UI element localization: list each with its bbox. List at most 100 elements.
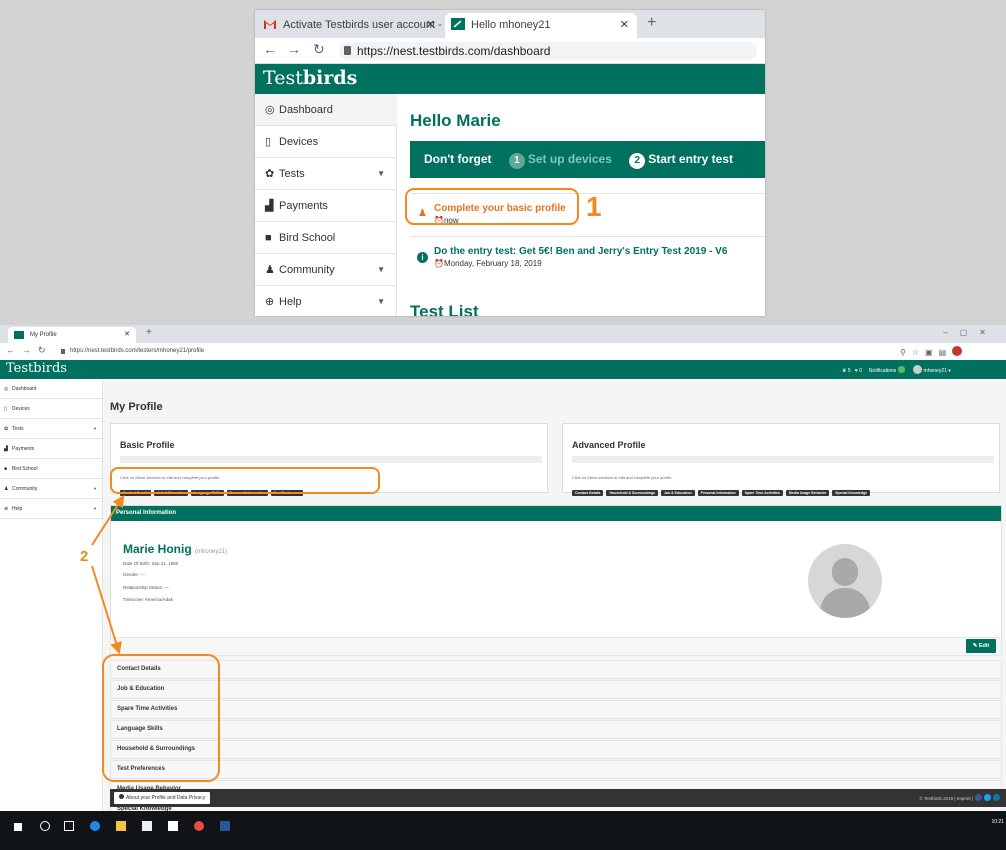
section-button[interactable]: Special Knowledge: [832, 490, 871, 496]
back-arrow-icon[interactable]: ←: [263, 41, 277, 57]
close-tab-icon[interactable]: ✕: [124, 327, 130, 343]
forward-arrow-icon[interactable]: →: [22, 345, 31, 355]
basic-profile-title: Basic Profile: [120, 440, 175, 450]
sidebar-item-dashboard[interactable]: ◎ Dashboard: [255, 94, 397, 126]
browser-tab-gmail[interactable]: Activate Testbirds user account - ✕: [263, 13, 445, 38]
edge-icon[interactable]: [90, 821, 100, 831]
section-household[interactable]: Household & Surroundings: [110, 740, 1002, 759]
testbirds-logo[interactable]: Testbirds: [263, 67, 357, 89]
testbirds-favicon: [14, 331, 24, 339]
sidebar-item-tests[interactable]: ✿ Tests ▼: [255, 158, 397, 190]
window-controls[interactable]: –▢✕: [943, 328, 998, 337]
setup-devices-link[interactable]: Set up devices: [528, 152, 612, 166]
search-icon[interactable]: [40, 821, 50, 831]
section-button[interactable]: Contact Details: [572, 490, 604, 496]
profile-progress-bar: [120, 456, 542, 463]
task-view-icon[interactable]: [64, 821, 74, 831]
section-button[interactable]: Personal Information: [697, 490, 739, 496]
file-explorer-icon[interactable]: [116, 821, 126, 831]
linkedin-icon[interactable]: [993, 794, 1000, 801]
dont-forget-banner: Don't forget 1 Set up devices 2 Start entr…: [410, 141, 765, 178]
sidebar-item-bird-school[interactable]: ■ Bird School: [0, 459, 103, 479]
sidebar-item-bird-school[interactable]: ■ Bird School: [255, 222, 397, 254]
edit-row: [110, 637, 1002, 656]
chevron-down-icon: ▼: [93, 486, 97, 491]
edit-button[interactable]: ✎ Edit: [966, 639, 996, 653]
notification-badge: [898, 366, 906, 373]
mail-icon[interactable]: [168, 821, 178, 831]
windows-start-icon[interactable]: [14, 823, 22, 831]
sidebar-item-devices[interactable]: ▯ Devices: [255, 126, 397, 158]
footer-right: © Testbirds 2019 | Imprint |: [919, 794, 1000, 801]
chrome-icon[interactable]: [194, 821, 204, 831]
sidebar-item-community[interactable]: ♟ Community ▼: [0, 479, 103, 499]
privacy-link[interactable]: About your Profile and Data Privacy: [114, 792, 211, 804]
browser-tab-bar: Activate Testbirds user account - ✕ Hello…: [255, 10, 765, 38]
callout-box-2b: [102, 654, 220, 782]
heart-icon: ♥: [854, 368, 858, 374]
url-field[interactable]: https://nest.testbirds.com/testers/mhone…: [58, 345, 898, 358]
notification-entry-test[interactable]: i Do the entry test: Get 5€! Ben and Jer…: [410, 236, 765, 276]
address-bar-row: ← → ↻ https://nest.testbirds.com/dashboa…: [255, 38, 765, 64]
close-tab-icon[interactable]: ✕: [426, 13, 435, 38]
store-icon[interactable]: [142, 821, 152, 831]
new-tab-icon[interactable]: +: [647, 14, 656, 32]
sidebar-item-devices[interactable]: ▯ Devices: [0, 399, 103, 419]
advanced-profile-sections: Contact Details Household & Surroundings J…: [572, 481, 873, 499]
word-icon[interactable]: [220, 821, 230, 831]
book-icon: ■: [4, 466, 8, 472]
sidebar-item-dashboard[interactable]: ◎ Dashboard: [0, 379, 103, 399]
greeting-heading: Hello Marie: [410, 111, 501, 130]
sidebar-item-payments[interactable]: ▟ Payments: [255, 190, 397, 222]
notifications-link[interactable]: Notifications: [869, 368, 896, 374]
section-contact-details[interactable]: Contact Details: [110, 660, 1002, 679]
section-button[interactable]: Household & Surroundings: [606, 490, 658, 496]
reload-icon[interactable]: ↻: [313, 41, 325, 58]
bar-chart-icon: ▟: [4, 446, 8, 452]
sidebar-item-community[interactable]: ♟ Community ▼: [255, 254, 397, 286]
sidebar-item-tests[interactable]: ✿ Tests ▼: [0, 419, 103, 439]
section-language-skills[interactable]: Language Skills: [110, 720, 1002, 739]
back-arrow-icon[interactable]: ←: [6, 345, 15, 355]
testbirds-logo[interactable]: Testbirds: [6, 361, 67, 376]
users-icon: ♟: [265, 264, 275, 276]
profile-name: Marie Honig (mhoney21): [123, 542, 228, 556]
start-entry-test-link[interactable]: Start entry test: [648, 152, 733, 166]
section-button[interactable]: Spare Time Activities: [741, 490, 783, 496]
section-button[interactable]: Job & Education: [660, 490, 695, 496]
facebook-icon[interactable]: [975, 794, 982, 801]
trophy-icon: ♛: [842, 368, 847, 374]
personal-information-header: Personal Information: [111, 506, 1001, 521]
section-button[interactable]: Media Usage Behavior: [785, 490, 830, 496]
info-icon: [119, 794, 124, 799]
avatar: [808, 544, 882, 618]
forward-arrow-icon[interactable]: →: [287, 41, 301, 57]
profile-avatar-icon[interactable]: [952, 346, 963, 356]
step-1-badge: 1: [508, 153, 525, 169]
section-spare-time[interactable]: Spare Time Activities: [110, 700, 1002, 719]
gmail-icon: [264, 20, 276, 29]
reload-icon[interactable]: ↻: [38, 345, 46, 356]
chevron-down-icon: ▼: [93, 426, 97, 431]
browser-tab-testbirds[interactable]: Hello mhoney21 ✕: [445, 13, 637, 38]
timezone: Timezone: America/Adak: [123, 597, 173, 602]
footer: About your Profile and Data Privacy © Te…: [110, 789, 1006, 807]
info-icon: i: [417, 252, 428, 263]
sidebar-item-help[interactable]: ⊕ Help ▼: [0, 499, 103, 519]
browser-extension-icons[interactable]: ⚲☆▣▤: [900, 346, 963, 357]
windows-taskbar: 10:21: [0, 811, 1006, 850]
user-avatar: [912, 365, 922, 374]
section-job-education[interactable]: Job & Education: [110, 680, 1002, 699]
twitter-icon[interactable]: [984, 794, 991, 801]
browser-tab-my-profile[interactable]: My Profile ✕: [8, 327, 136, 343]
close-tab-icon[interactable]: ✕: [620, 13, 629, 38]
url-field[interactable]: https://nest.testbirds.com/dashboard: [339, 42, 757, 60]
user-menu[interactable]: mhoney21: [924, 368, 947, 374]
gender: Gender: ---: [123, 572, 146, 577]
sidebar-item-help[interactable]: ⊕ Help ▼: [255, 286, 397, 316]
page-title: My Profile: [110, 401, 163, 413]
chevron-down-icon: ▼: [377, 169, 385, 178]
sidebar-item-payments[interactable]: ▟ Payments: [0, 439, 103, 459]
new-tab-icon[interactable]: +: [146, 327, 152, 338]
section-test-preferences[interactable]: Test Preferences: [110, 760, 1002, 779]
